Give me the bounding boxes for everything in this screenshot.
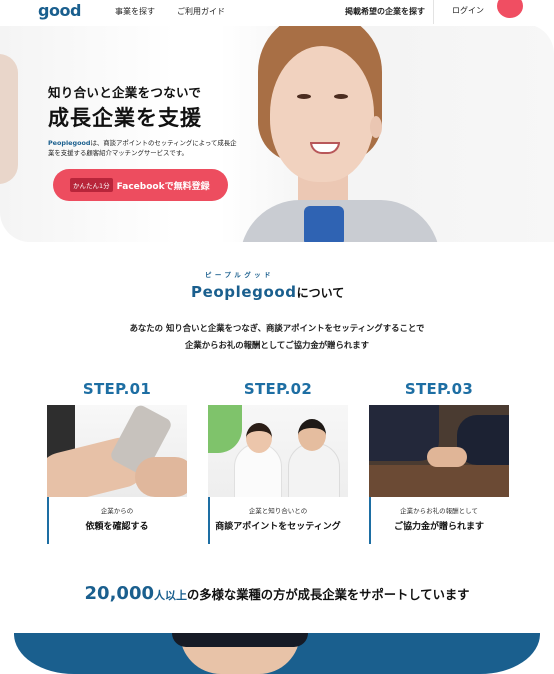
about-heading: Peoplegoodについて xyxy=(191,283,344,301)
hero-title: 成長企業を支援 xyxy=(48,106,202,130)
nav-find-listing-companies[interactable]: 掲載希望の企業を探す xyxy=(345,6,425,17)
nav-find-business[interactable]: 事業を探す xyxy=(115,6,155,17)
woman-eye-left xyxy=(297,94,311,99)
step-2-photo xyxy=(208,405,348,497)
supporters-tagline: 20,000人以上の多様な業種の方が成長企業をサポートしています xyxy=(0,583,554,604)
hero-brand: Peoplegood xyxy=(48,139,91,147)
woman-eye-right xyxy=(334,94,348,99)
step-card-1: STEP.01 企業からの 依頼を確認する xyxy=(47,380,187,544)
hero-section: 知り合いと企業をつないで 成長企業を支援 Peoplegoodは、商談アポイント… xyxy=(0,24,554,242)
cta-badge: かんたん1分 xyxy=(70,178,113,192)
step-caption-small: 企業からの xyxy=(100,507,134,515)
step-card-2: STEP.02 企業と知り合いとの 商談アポイントをセッティング xyxy=(208,380,348,544)
logo[interactable]: good xyxy=(38,1,81,20)
supporters-unit: 人以上 xyxy=(154,589,187,602)
about-line-2: 企業からお礼の報酬としてご協力金が贈られます xyxy=(185,340,369,350)
step-label: STEP.03 xyxy=(404,380,474,398)
step-1-photo xyxy=(47,405,187,497)
cta-label: Facebookで無料登録 xyxy=(116,181,210,192)
hand xyxy=(135,457,187,497)
banner-person-hair xyxy=(172,633,308,647)
step-caption: 企業からお礼の報酬として ご協力金が贈られます xyxy=(369,505,509,532)
hero-woman-photo xyxy=(220,24,554,242)
about-line-1: あなたの 知り合いと企業をつなぎ、商談アポイントをセッティングすることで xyxy=(129,323,425,333)
hero-description: Peoplegoodは、商談アポイントのセッティングによって成長企業を支援する顧… xyxy=(48,139,238,158)
person-right-head xyxy=(298,419,326,451)
person-left-head xyxy=(246,423,272,453)
step-3-photo xyxy=(369,405,509,497)
step-card-3: STEP.03 企業からお礼の報酬として ご協力金が贈られます xyxy=(369,380,509,544)
desk xyxy=(369,465,509,497)
step-caption-small: 企業と知り合いとの xyxy=(248,507,308,515)
plant-leaves xyxy=(208,405,242,453)
step-caption: 企業と知り合いとの 商談アポイントをセッティング xyxy=(208,505,348,532)
bottom-banner xyxy=(14,633,540,674)
about-brand: Peoplegood xyxy=(191,283,297,301)
step-label: STEP.02 xyxy=(243,380,313,398)
hero-subtitle: 知り合いと企業をつないで xyxy=(48,85,202,100)
handshake xyxy=(427,447,467,467)
woman-shirt xyxy=(304,206,344,242)
supporters-count: 20,000 xyxy=(84,583,154,604)
nav-divider xyxy=(433,0,434,24)
about-heading-suffix: について xyxy=(296,286,345,300)
person-right xyxy=(288,443,340,497)
supporters-text: の多様な業種の方が成長企業をサポートしています xyxy=(187,588,470,602)
step-caption-main: 依頼を確認する xyxy=(85,522,149,532)
woman-ear xyxy=(370,116,382,138)
facebook-register-button[interactable]: かんたん1分 Facebookで無料登録 xyxy=(53,169,228,201)
step-caption-small: 企業からお礼の報酬として xyxy=(400,507,478,515)
login-link[interactable]: ログイン xyxy=(452,5,484,16)
about-ruby: ピープルグッド xyxy=(205,271,274,279)
hero-text: 知り合いと企業をつないで 成長企業を支援 Peoplegoodは、商談アポイント… xyxy=(48,82,238,158)
step-caption: 企業からの 依頼を確認する xyxy=(47,505,187,532)
step-caption-main: ご協力金が贈られます xyxy=(393,522,484,532)
step-label: STEP.01 xyxy=(82,380,152,398)
woman-face xyxy=(270,46,374,182)
step-caption-main: 商談アポイントをセッティング xyxy=(215,522,341,532)
register-badge[interactable] xyxy=(497,0,523,18)
nav-guide[interactable]: ご利用ガイド xyxy=(177,6,225,17)
site-header: good 事業を探す ご利用ガイド 掲載希望の企業を探す ログイン xyxy=(0,0,554,26)
hero-hand-image xyxy=(0,54,18,184)
